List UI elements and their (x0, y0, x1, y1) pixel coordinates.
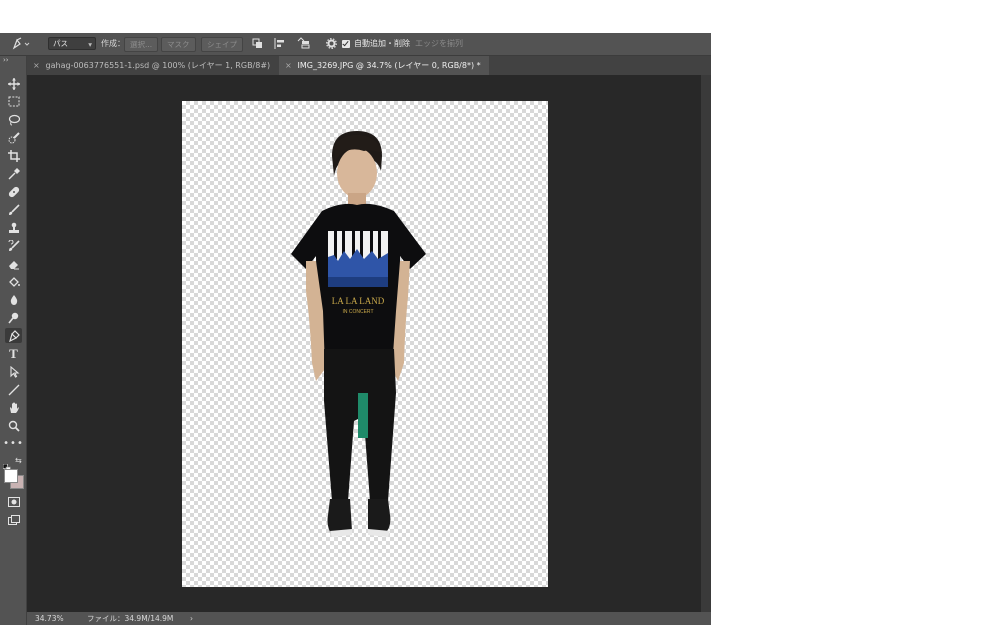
file-size-info: ファイル：34.9M/14.9M (87, 614, 174, 623)
more-tools-icon[interactable]: ••• (3, 436, 23, 451)
background-remnant (358, 393, 368, 438)
shirt-subtext: IN CONCERT (342, 309, 373, 315)
hand-tool-icon[interactable] (5, 400, 22, 415)
path-alignment-icon[interactable] (274, 38, 286, 49)
status-bar: 34.73% ファイル：34.9M/14.9M › (27, 612, 711, 625)
selection-button[interactable]: 選択... (124, 37, 159, 52)
pen-tool-icon[interactable] (5, 328, 22, 343)
gear-icon[interactable] (326, 38, 337, 49)
brush-tool-icon[interactable] (5, 202, 22, 217)
zoom-level[interactable]: 34.73% (35, 612, 64, 625)
lasso-tool-icon[interactable] (5, 112, 22, 127)
path-arrangement-icon[interactable] (296, 37, 310, 49)
quick-mask-icon[interactable] (5, 494, 22, 509)
zoom-tool-icon[interactable] (5, 418, 22, 433)
photoshop-window: パス ▾ 作成： 選択... マスク シェイプ 自動追加・削除 エッジを揃列 ›… (0, 33, 711, 625)
quick-select-tool-icon[interactable] (5, 130, 22, 145)
healing-brush-tool-icon[interactable] (5, 184, 22, 199)
close-icon[interactable]: × (285, 56, 295, 75)
dodge-tool-icon[interactable] (5, 310, 22, 325)
screen-mode-icon[interactable] (5, 512, 22, 527)
pen-tool-icon[interactable] (12, 37, 30, 50)
close-icon[interactable]: × (33, 56, 43, 75)
type-tool-icon[interactable]: T (5, 346, 22, 361)
move-tool-icon[interactable] (5, 76, 22, 91)
cutout-person-image: LA LA LAND IN CONCERT (291, 131, 426, 537)
tab-gahag-psd[interactable]: × gahag-0063776551-1.psd @ 100% (レイヤー 1,… (27, 56, 277, 75)
path-selection-tool-icon[interactable] (5, 364, 22, 379)
blur-tool-icon[interactable] (5, 292, 22, 307)
tools-panel: ›› T ••• ⇆ (0, 56, 27, 625)
mode-select-value: パス (53, 39, 68, 48)
vertical-scrollbar[interactable] (701, 75, 711, 612)
document-workspace[interactable]: LA LA LAND IN CONCERT (27, 75, 701, 612)
marquee-tool-icon[interactable] (5, 94, 22, 109)
tab-label: gahag-0063776551-1.psd @ 100% (レイヤー 1, R… (45, 61, 271, 70)
clone-stamp-tool-icon[interactable] (5, 220, 22, 235)
status-menu-arrow-icon[interactable]: › (190, 612, 193, 625)
document-canvas[interactable]: LA LA LAND IN CONCERT (182, 101, 548, 587)
shirt-print (328, 231, 388, 287)
shape-button[interactable]: シェイプ (201, 37, 243, 52)
align-edges-label: エッジを揃列 (415, 39, 463, 48)
shirt-text: LA LA LAND (332, 296, 385, 306)
mode-select[interactable]: パス ▾ (48, 37, 96, 50)
eraser-tool-icon[interactable] (5, 256, 22, 271)
path-operations-icon[interactable] (252, 38, 264, 49)
tab-label: IMG_3269.JPG @ 34.7% (レイヤー 0, RGB/8*) * (297, 61, 481, 70)
line-tool-icon[interactable] (5, 382, 22, 397)
auto-add-delete-checkbox[interactable] (342, 40, 350, 48)
history-brush-tool-icon[interactable] (5, 238, 22, 253)
document-tabs: × gahag-0063776551-1.psd @ 100% (レイヤー 1,… (27, 56, 711, 75)
paint-bucket-tool-icon[interactable] (5, 274, 22, 289)
make-label: 作成： (101, 39, 125, 48)
swap-colors-icon[interactable]: ⇆ (15, 456, 22, 465)
mask-button[interactable]: マスク (161, 37, 196, 52)
chevron-down-icon: ▾ (88, 40, 92, 49)
auto-add-delete-label: 自動追加・削除 (354, 39, 410, 48)
foreground-color-swatch[interactable] (4, 469, 18, 483)
options-bar: パス ▾ 作成： 選択... マスク シェイプ 自動追加・削除 エッジを揃列 (0, 33, 711, 56)
tab-img-3269[interactable]: × IMG_3269.JPG @ 34.7% (レイヤー 0, RGB/8*) … (279, 56, 489, 75)
eyedropper-tool-icon[interactable] (5, 166, 22, 181)
crop-tool-icon[interactable] (5, 148, 22, 163)
collapse-panel-icon[interactable]: ›› (3, 56, 9, 64)
